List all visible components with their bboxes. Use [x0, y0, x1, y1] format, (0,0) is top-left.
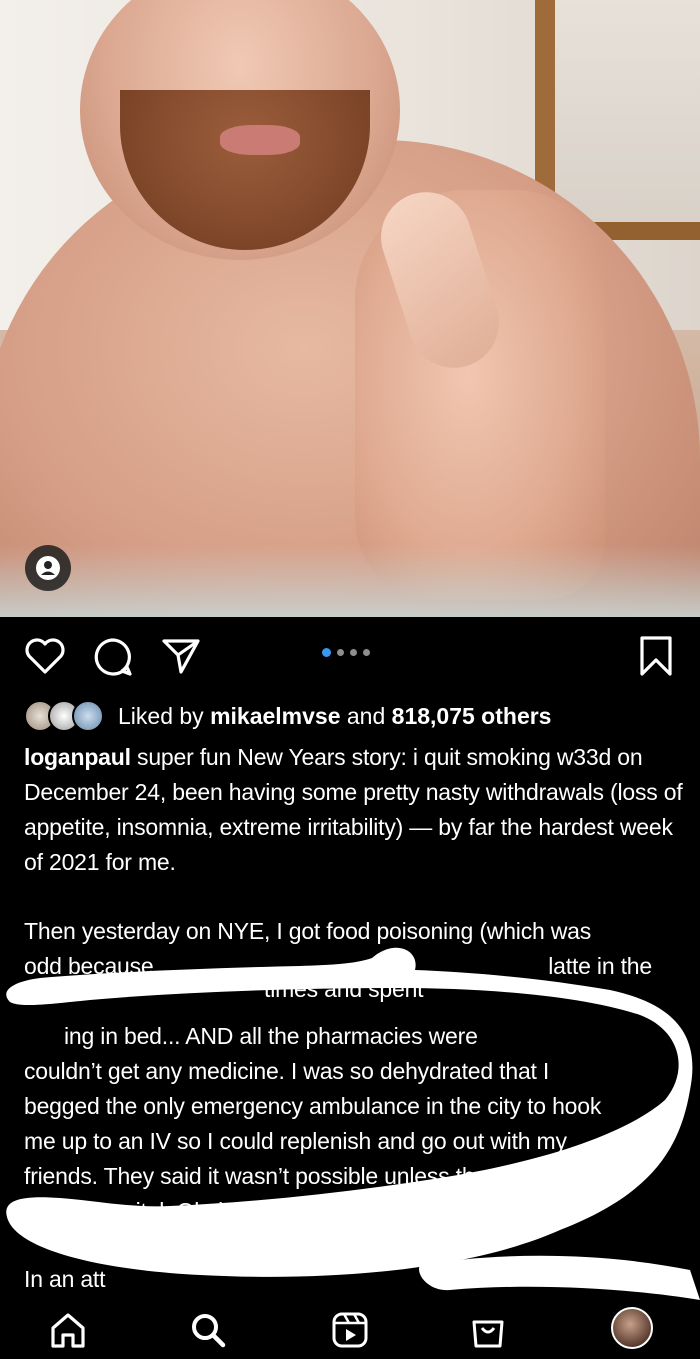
- caption-line: couldn’t get any medicine. I was so dehy…: [24, 1058, 550, 1084]
- user-tag-icon: [36, 556, 60, 580]
- caption-line: ing in bed... AND all the pharmacies wer…: [64, 1023, 478, 1049]
- likes-count-link[interactable]: 818,075 others: [392, 703, 552, 730]
- likes-joiner: and: [346, 702, 386, 729]
- profile-avatar: [611, 1307, 653, 1349]
- carousel-dot: [363, 649, 370, 656]
- caption-paragraph-3: In an att ded: [24, 1262, 684, 1296]
- avatar: [72, 700, 104, 732]
- caption-fragment: In an att: [24, 1266, 106, 1292]
- caption-fragment: latte in the: [548, 953, 652, 979]
- carousel-dot-active: [322, 648, 331, 657]
- caption-fragment: k that: [310, 1198, 366, 1224]
- photo-subject-mouth: [220, 125, 300, 155]
- shop-icon: [472, 1320, 504, 1348]
- carousel-dot: [337, 649, 344, 656]
- post-photo[interactable]: [0, 0, 700, 617]
- reels-icon: [332, 1312, 368, 1348]
- bookmark-icon[interactable]: [638, 634, 674, 678]
- caption-paragraph-2: Then yesterday on NYE, I got food poison…: [24, 914, 684, 1229]
- caption-fragment: to the hospital. Obviously f: [24, 1198, 289, 1224]
- caption-line: to the hospital. Obviously f k that: [24, 1194, 684, 1229]
- nav-shop[interactable]: [468, 1310, 508, 1350]
- photo-water: [0, 545, 700, 617]
- caption-fragment: times and spent: [264, 984, 424, 1002]
- caption-paragraph-1: loganpaul super fun New Years story: i q…: [24, 740, 684, 880]
- caption-fragment: ded: [638, 1266, 676, 1292]
- comment-icon[interactable]: [92, 636, 134, 678]
- post-action-bar: [0, 630, 700, 685]
- heart-icon[interactable]: [24, 636, 66, 676]
- carousel-dot: [350, 649, 357, 656]
- likes-user-link[interactable]: mikaelmvse: [210, 703, 340, 730]
- nav-reels[interactable]: [330, 1310, 370, 1350]
- caption-line: me up to an IV so I could replenish and …: [24, 1128, 567, 1154]
- likes-row[interactable]: Liked by mikaelmvse and 818,075 others: [24, 700, 551, 732]
- caption-line: Then yesterday on NYE, I got food poison…: [24, 918, 592, 944]
- caption-username[interactable]: loganpaul: [24, 744, 131, 770]
- nav-search[interactable]: [188, 1310, 228, 1350]
- nav-home[interactable]: [48, 1310, 88, 1350]
- caption-fragment: odd because: [24, 953, 154, 979]
- caption-line: begged the only emergency ambulance in t…: [24, 1093, 602, 1119]
- home-icon: [51, 1313, 85, 1348]
- bottom-navigation: [0, 1300, 700, 1359]
- caption-line: friends. They said it wasn’t possible un…: [24, 1163, 585, 1189]
- caption-line-partial: odd because latte in the: [24, 949, 684, 984]
- caption-line-partial: times and spent: [24, 984, 684, 1019]
- censor-block: [288, 1198, 311, 1222]
- likes-prefix: Liked by: [118, 702, 204, 729]
- search-icon: [192, 1314, 226, 1348]
- send-icon[interactable]: [160, 636, 202, 676]
- nav-profile[interactable]: [610, 1307, 654, 1349]
- liker-avatars: [24, 700, 104, 732]
- user-tag-button[interactable]: [25, 545, 71, 591]
- carousel-indicator: [322, 648, 370, 657]
